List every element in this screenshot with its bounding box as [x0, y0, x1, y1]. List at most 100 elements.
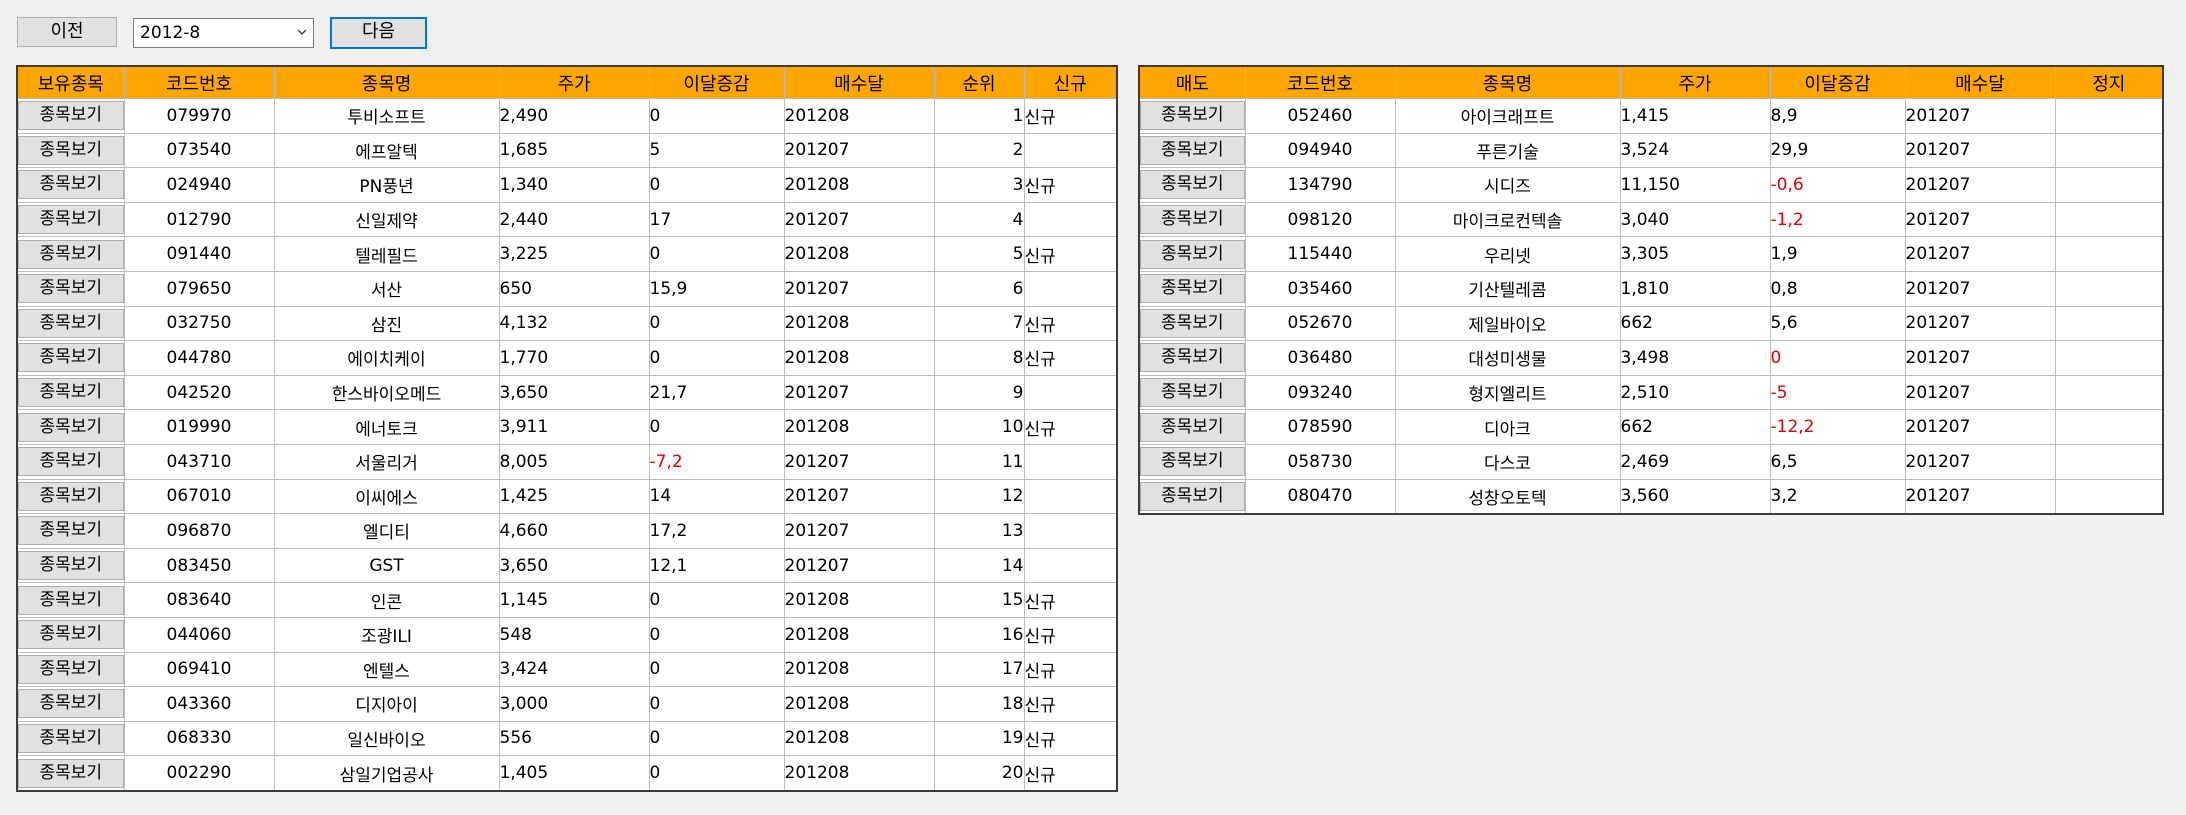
view-stock-button[interactable]: 종목보기 — [18, 170, 123, 200]
change-cell: 5 — [648, 132, 785, 169]
name-cell: 텔레필드 — [273, 236, 500, 272]
new-flag-cell: 신규 — [1023, 755, 1118, 792]
table-row: 종목보기 091440 텔레필드 3,225 0 201208 5 신규 — [16, 236, 1118, 272]
view-stock-button[interactable]: 종목보기 — [1140, 481, 1244, 511]
name-cell: 에프알텍 — [273, 132, 500, 169]
view-stock-button[interactable]: 종목보기 — [1140, 412, 1244, 442]
rank-cell: 10 — [933, 409, 1025, 445]
view-stock-button[interactable]: 종목보기 — [18, 551, 123, 581]
holdings-header-row: 보유종목 코드번호 종목명 주가 이달증감 매수달 순위 신규 — [16, 65, 1118, 99]
column-header: 주가 — [1619, 65, 1771, 99]
column-header: 순위 — [933, 65, 1025, 99]
code-cell: 096870 — [123, 513, 275, 549]
new-flag-cell: 신규 — [1023, 305, 1118, 342]
price-cell: 4,660 — [498, 513, 650, 549]
view-stock-button[interactable]: 종목보기 — [18, 412, 123, 442]
new-flag-cell — [1023, 132, 1118, 169]
name-cell: 제일바이오 — [1394, 305, 1621, 342]
column-header: 이달증감 — [648, 65, 785, 99]
table-row: 종목보기 083450 GST 3,650 12,1 201207 14 — [16, 547, 1118, 584]
view-stock-button[interactable]: 종목보기 — [1140, 343, 1244, 373]
view-stock-button[interactable]: 종목보기 — [1140, 170, 1244, 200]
code-cell: 032750 — [123, 305, 275, 342]
view-stock-cell: 종목보기 — [16, 340, 125, 376]
change-cell: 8,9 — [1769, 98, 1906, 134]
new-flag-cell: 신규 — [1023, 236, 1118, 272]
price-cell: 1,770 — [498, 340, 650, 376]
price-cell: 2,510 — [1619, 374, 1771, 411]
view-stock-button[interactable]: 종목보기 — [18, 343, 123, 373]
stop-cell — [2054, 374, 2164, 411]
view-stock-button[interactable]: 종목보기 — [18, 758, 123, 788]
view-stock-button[interactable]: 종목보기 — [1140, 135, 1244, 165]
view-stock-button[interactable]: 종목보기 — [1140, 447, 1244, 477]
view-stock-button[interactable]: 종목보기 — [18, 620, 123, 650]
name-cell: 성창오토텍 — [1394, 478, 1621, 515]
change-cell: 0 — [648, 755, 785, 792]
view-stock-button[interactable]: 종목보기 — [18, 516, 123, 546]
view-stock-button[interactable]: 종목보기 — [18, 205, 123, 235]
view-stock-button[interactable]: 종목보기 — [18, 378, 123, 408]
view-stock-button[interactable]: 종목보기 — [18, 481, 123, 511]
next-button[interactable]: 다음 — [330, 17, 427, 49]
view-stock-cell: 종목보기 — [1138, 340, 1246, 376]
view-stock-button[interactable]: 종목보기 — [18, 447, 123, 477]
view-stock-button[interactable]: 종목보기 — [18, 585, 123, 615]
table-row: 종목보기 019990 에너토크 3,911 0 201208 10 신규 — [16, 409, 1118, 445]
view-stock-button[interactable]: 종목보기 — [1140, 308, 1244, 338]
view-stock-button[interactable]: 종목보기 — [18, 135, 123, 165]
view-stock-cell: 종목보기 — [1138, 409, 1246, 445]
view-stock-button[interactable]: 종목보기 — [18, 689, 123, 719]
new-flag-cell: 신규 — [1023, 616, 1118, 653]
rank-cell: 19 — [933, 720, 1025, 757]
rank-cell: 13 — [933, 513, 1025, 549]
view-stock-button[interactable]: 종목보기 — [1140, 101, 1244, 131]
view-stock-button[interactable]: 종목보기 — [1140, 274, 1244, 304]
change-cell: 6,5 — [1769, 443, 1906, 480]
buy-month-cell: 201208 — [783, 305, 935, 342]
view-stock-button[interactable]: 종목보기 — [1140, 239, 1244, 269]
table-row: 종목보기 052670 제일바이오 662 5,6 201207 — [1138, 305, 2164, 342]
new-flag-cell — [1023, 270, 1118, 307]
prev-button[interactable]: 이전 — [17, 17, 117, 47]
name-cell: 삼일기업공사 — [273, 755, 500, 792]
view-stock-button[interactable]: 종목보기 — [18, 101, 123, 131]
table-row: 종목보기 134790 시디즈 11,150 -0,6 201207 — [1138, 167, 2164, 203]
buy-month-cell: 201207 — [1904, 478, 2056, 515]
month-select[interactable]: 2012-8 — [133, 18, 314, 48]
change-cell: 0 — [648, 236, 785, 272]
table-row: 종목보기 083640 인콘 1,145 0 201208 15 신규 — [16, 582, 1118, 618]
price-cell: 1,810 — [1619, 270, 1771, 307]
buy-month-cell: 201207 — [783, 513, 935, 549]
stop-cell — [2054, 132, 2164, 169]
change-cell: -7,2 — [648, 443, 785, 480]
stop-cell — [2054, 443, 2164, 480]
table-row: 종목보기 036480 대성미생물 3,498 0 201207 — [1138, 340, 2164, 376]
stop-cell — [2054, 270, 2164, 307]
holdings-table: 보유종목 코드번호 종목명 주가 이달증감 매수달 순위 신규 종목보기 079970 투비소프트… — [16, 65, 1118, 792]
view-stock-button[interactable]: 종목보기 — [1140, 378, 1244, 408]
price-cell: 662 — [1619, 409, 1771, 445]
change-cell: -1,2 — [1769, 201, 1906, 238]
code-cell: 052670 — [1244, 305, 1396, 342]
change-cell: 29,9 — [1769, 132, 1906, 169]
table-row: 종목보기 012790 신일제약 2,440 17 201207 4 — [16, 201, 1118, 238]
view-stock-button[interactable]: 종목보기 — [18, 308, 123, 338]
code-cell: 024940 — [123, 167, 275, 203]
view-stock-button[interactable]: 종목보기 — [18, 274, 123, 304]
code-cell: 091440 — [123, 236, 275, 272]
buy-month-cell: 201207 — [1904, 305, 2056, 342]
table-row: 종목보기 042520 한스바이오메드 3,650 21,7 201207 9 — [16, 374, 1118, 411]
view-stock-cell: 종목보기 — [1138, 443, 1246, 480]
rank-cell: 9 — [933, 374, 1025, 411]
view-stock-button[interactable]: 종목보기 — [1140, 205, 1244, 235]
view-stock-button[interactable]: 종목보기 — [18, 723, 123, 753]
price-cell: 1,685 — [498, 132, 650, 169]
rank-cell: 16 — [933, 616, 1025, 653]
price-cell: 662 — [1619, 305, 1771, 342]
table-row: 종목보기 043360 디지아이 3,000 0 201208 18 신규 — [16, 686, 1118, 722]
view-stock-button[interactable]: 종목보기 — [18, 654, 123, 684]
view-stock-cell: 종목보기 — [16, 167, 125, 203]
buy-month-cell: 201207 — [783, 132, 935, 169]
view-stock-button[interactable]: 종목보기 — [18, 239, 123, 269]
